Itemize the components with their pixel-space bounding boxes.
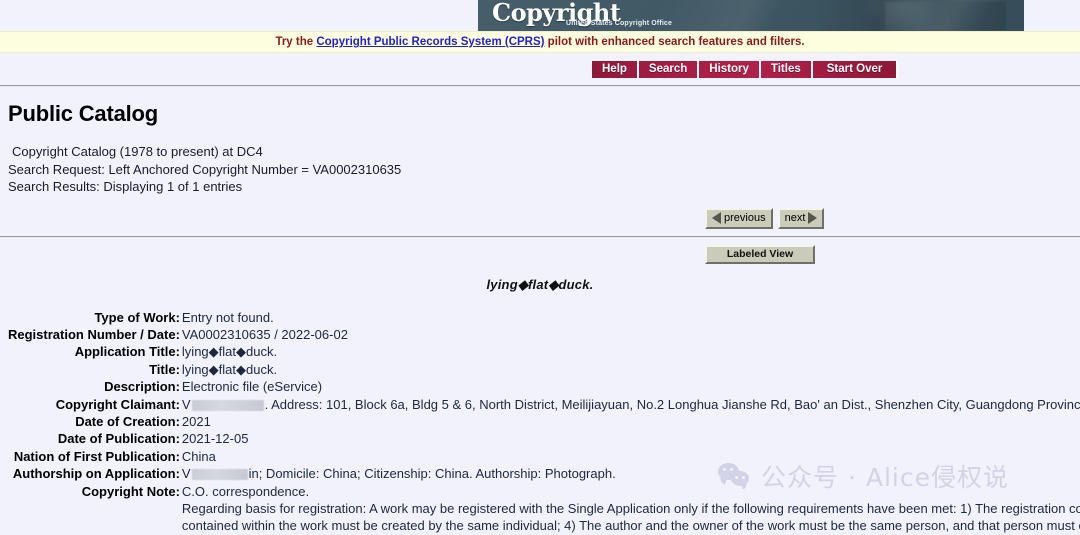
field-value: 2021-12-05 [181, 431, 249, 447]
nav-bar-region: Help Search History Titles Start Over [0, 59, 1080, 85]
table-row-application-title: Application Title: lying◆flat◆duck. [8, 343, 1080, 360]
field-label: Authorship on Application: [12, 466, 180, 482]
record-detail-body: Type of Work: Entry not found. Registrat… [8, 309, 1080, 535]
table-row-registration-number-date: Registration Number / Date: VA0002310635… [8, 326, 1080, 343]
next-button-label: next [784, 212, 806, 224]
table-row-title: Title: lying◆flat◆duck. [8, 361, 1080, 378]
notice-prefix: Try the [275, 36, 317, 48]
notice-suffix: pilot with enhanced search features and … [544, 36, 805, 48]
previous-button[interactable]: previous [705, 207, 773, 229]
field-value-note: C.O. correspondence. Regarding basis for… [182, 483, 1080, 535]
catalog-scope-line: Copyright Catalog (1978 to present) at D… [12, 144, 263, 159]
table-row-description: Description: Electronic file (eService) [8, 378, 1080, 395]
field-value: China [181, 448, 216, 464]
copyright-office-banner-image: Copyright United States Copyright Office [478, 0, 1024, 31]
note-line: C.O. correspondence. [181, 483, 310, 499]
field-value: lying◆flat◆duck. [181, 361, 278, 377]
table-row-date-of-publication: Date of Publication: 2021-12-05 [8, 430, 1080, 447]
field-label: Copyright Note: [81, 483, 180, 499]
field-label: Date of Creation: [75, 413, 180, 429]
record-detail-table: Type of Work: Entry not found. Registrat… [8, 309, 1080, 535]
field-value: 2021 [181, 413, 211, 429]
nav-button-help[interactable]: Help [592, 61, 639, 78]
field-label: Registration Number / Date: [8, 326, 180, 342]
field-value: Electronic file (eService) [181, 379, 323, 395]
field-label: Nation of First Publication: [13, 448, 180, 464]
site-header: Copyright United States Copyright Office [0, 0, 1080, 31]
previous-button-label: previous [724, 212, 766, 224]
nav-button-history[interactable]: History [699, 61, 761, 78]
note-line: Regarding basis for registration: A work… [181, 500, 1080, 516]
field-label: Application Title: [74, 344, 180, 360]
record-section: Labeled View lying◆flat◆duck. Type of Wo… [0, 244, 1080, 535]
value-prefix: V [181, 396, 191, 412]
main-content: Public Catalog Copyright Catalog (1978 t… [0, 101, 1080, 236]
field-label: Date of Publication: [57, 431, 180, 447]
note-line: contained within the work must be create… [181, 518, 1080, 534]
redaction-block [191, 469, 248, 481]
page-title: Public Catalog [8, 101, 158, 126]
cprs-link[interactable]: Copyright Public Records System (CPRS) [316, 36, 544, 48]
next-button[interactable]: next [777, 207, 825, 229]
field-label: Copyright Claimant: [55, 396, 180, 412]
table-row-nation-of-first-publication: Nation of First Publication: China [8, 448, 1080, 465]
nav-button-search[interactable]: Search [639, 61, 700, 78]
search-results-line: Search Results: Displaying 1 of 1 entrie… [8, 179, 243, 194]
table-row-date-of-creation: Date of Creation: 2021 [8, 413, 1080, 430]
field-label: Title: [149, 361, 180, 377]
main-nav-bar: Help Search History Titles Start Over [592, 61, 899, 78]
value-suffix: . Address: 101, Block 6a, Bldg 5 & 6, No… [264, 396, 1080, 412]
record-pager: previous next [8, 207, 1072, 236]
pager-divider [0, 235, 1080, 238]
record-title: lying◆flat◆duck. [486, 276, 594, 292]
search-request-line: Search Request: Left Anchored Copyright … [8, 161, 402, 177]
labeled-view-button[interactable]: Labeled View [705, 244, 815, 264]
table-row-type-of-work: Type of Work: Entry not found. [8, 309, 1080, 326]
nav-button-titles[interactable]: Titles [761, 61, 813, 78]
field-value-redacted: Vin; Domicile: China; Citizenship: China… [182, 465, 1080, 482]
table-row-authorship-on-application: Authorship on Application: Vin; Domicile… [8, 465, 1080, 482]
field-value: VA0002310635 / 2022-06-02 [181, 326, 348, 342]
field-value-redacted: V . Address: 101, Block 6a, Bldg 5 & 6, N… [182, 396, 1080, 413]
field-label: Description: [104, 379, 180, 395]
field-value: lying◆flat◆duck. [181, 344, 278, 360]
table-row-copyright-note: Copyright Note: C.O. correspondence. Reg… [8, 483, 1080, 535]
arrow-left-icon [712, 212, 721, 224]
field-value: Entry not found. [181, 309, 274, 325]
view-toggle-region: Labeled View [8, 244, 1072, 264]
copyright-office-subtitle: United States Copyright Office [566, 20, 673, 27]
header-divider [0, 85, 1080, 87]
search-summary: Copyright Catalog (1978 to present) at D… [8, 143, 1072, 196]
table-row-copyright-claimant: Copyright Claimant: V . Address: 101, Blo… [8, 396, 1080, 413]
value-prefix: V [181, 466, 191, 482]
nav-button-start-over[interactable]: Start Over [813, 61, 897, 78]
value-suffix: in; Domicile: China; Citizenship: China.… [248, 466, 616, 482]
arrow-right-icon [808, 212, 818, 224]
cprs-notice-bar: Try the Copyright Public Records System … [0, 31, 1080, 53]
redaction-block [191, 399, 264, 411]
field-label: Type of Work: [94, 309, 180, 325]
